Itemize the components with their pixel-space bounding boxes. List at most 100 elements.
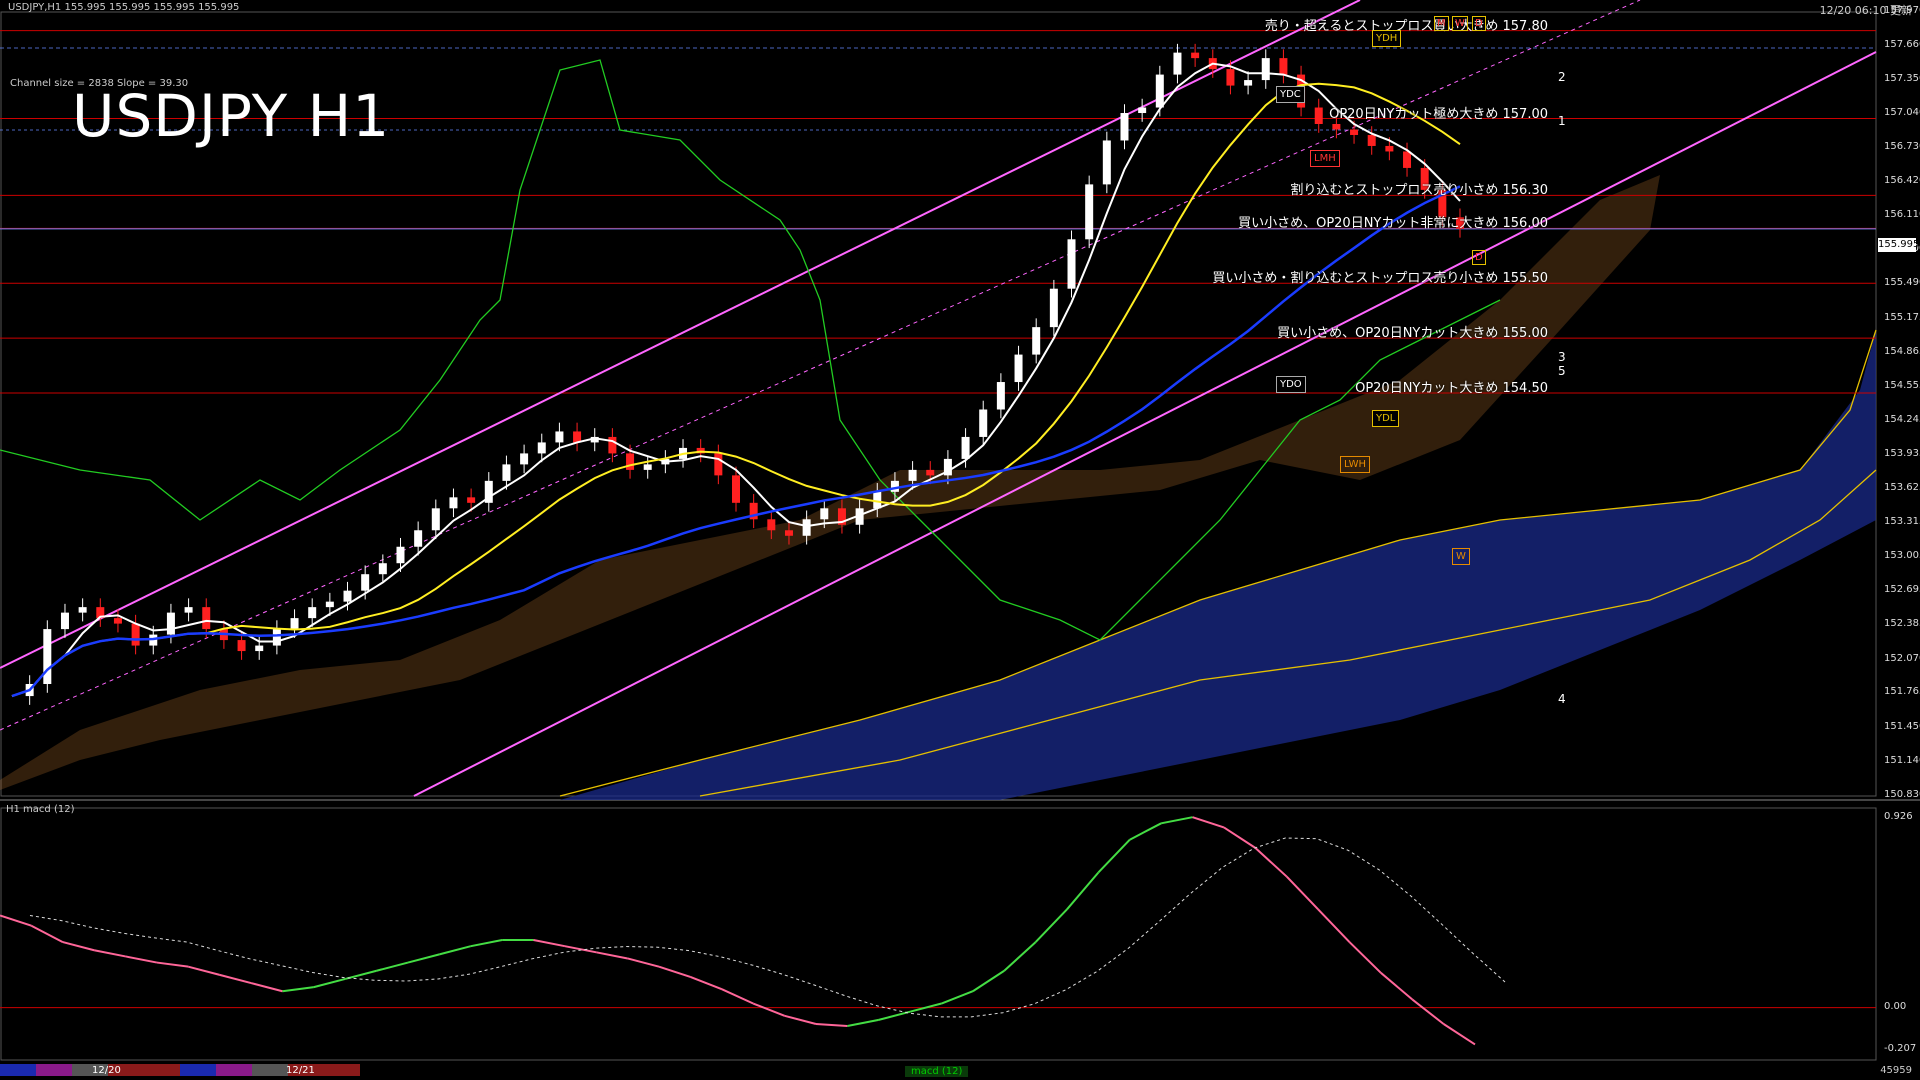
macd-segment	[0, 914, 32, 927]
price-tick: 151.450	[1884, 720, 1920, 732]
candle-body	[820, 508, 829, 520]
macd-segment	[1411, 998, 1445, 1025]
candle-body	[1014, 354, 1023, 383]
candle-body	[643, 464, 652, 470]
price-tick: 151.140	[1884, 754, 1920, 766]
candle-body	[1085, 184, 1094, 240]
candle-body	[131, 623, 140, 646]
candle-body	[414, 530, 423, 547]
price-tick: 152.070	[1884, 652, 1920, 664]
candle-body	[520, 453, 529, 465]
footer-strip-cell	[180, 1064, 216, 1076]
ydc-box: YDC	[1276, 86, 1305, 103]
macd-segment	[1129, 822, 1162, 841]
candle-body	[325, 601, 334, 608]
candle-body	[890, 480, 899, 492]
price-tick: 154.245	[1884, 414, 1920, 426]
macd-segment	[847, 1018, 879, 1028]
price-tick: 156.420	[1884, 175, 1920, 187]
macd-segment	[815, 1022, 848, 1028]
candle-body	[1314, 107, 1323, 124]
candle-body	[166, 612, 175, 635]
level-annotation-2: 割り込むとストップロス売り小さめ 156.30	[1290, 183, 1548, 199]
candle-body	[979, 409, 988, 437]
candle-body	[290, 618, 299, 630]
symbol-header: USDJPY,H1 155.995 155.995 155.995 155.99…	[8, 2, 240, 13]
candle-body	[43, 629, 52, 684]
candle-body	[1385, 145, 1394, 152]
candle-body	[202, 607, 211, 630]
macd-segment	[596, 951, 628, 960]
chart-canvas	[0, 0, 1920, 1076]
fibo-label-1: 1	[1558, 114, 1566, 128]
candle-body	[1155, 74, 1164, 108]
macd-segment	[250, 982, 283, 993]
macd-segment	[125, 955, 158, 964]
macd-segment	[1160, 816, 1193, 825]
candle-body	[78, 607, 87, 613]
macd-segment	[156, 961, 189, 968]
candle-body	[449, 497, 458, 509]
macd-segment	[1254, 847, 1288, 878]
candle-body	[502, 464, 511, 481]
candle-body	[1279, 58, 1288, 75]
macd-frame	[0, 807, 1877, 1061]
macd-segment	[1348, 941, 1382, 974]
macd-segment	[1192, 816, 1225, 829]
lwh-box: LWH	[1340, 456, 1371, 473]
macd-segment	[941, 990, 974, 1005]
ydo-box: YDO	[1276, 376, 1306, 393]
candle-body	[343, 590, 352, 602]
candle-body	[467, 497, 476, 503]
macd-segment	[1380, 972, 1413, 1001]
macd-signal	[29, 837, 1506, 1018]
price-tick: 157.350	[1884, 73, 1920, 85]
level-annotation-3: 買い小さめ、OP20日NYカット非常に大きめ 156.00	[1238, 216, 1548, 232]
macd-segment	[188, 965, 220, 976]
footer-strip-cell	[36, 1064, 72, 1076]
level-annotation-4: 買い小さめ・割り込むとストップロス売り小さめ 155.50	[1212, 271, 1548, 287]
price-tick: 156.110	[1884, 209, 1920, 221]
footer-strip-cell	[0, 1064, 36, 1076]
macd-segment	[30, 924, 64, 943]
footer-strip-cell	[324, 1064, 360, 1076]
macd-segment	[93, 949, 126, 958]
candle-body	[272, 629, 281, 646]
macd-segment	[62, 941, 95, 952]
price-tick: 150.830	[1884, 789, 1920, 800]
ydl-box: YDL	[1372, 410, 1400, 427]
price-tick: 153.005	[1884, 550, 1920, 562]
candle-body	[113, 618, 122, 624]
fibo-label-3: 3	[1558, 350, 1566, 364]
candle-body	[714, 453, 723, 476]
macd-segment	[407, 953, 440, 964]
candle-body	[1173, 52, 1182, 75]
price-tick: 156.730	[1884, 141, 1920, 153]
w-box: W	[1452, 548, 1470, 565]
candle-body	[1261, 58, 1270, 81]
macd-segment	[1285, 875, 1319, 911]
candle-body	[1067, 239, 1076, 289]
candle-body	[626, 453, 635, 470]
price-tick: 157.040	[1884, 107, 1920, 119]
candle-body	[802, 519, 811, 536]
macd-segment	[972, 969, 1005, 993]
level-annotation-6: OP20日NYカット大きめ 154.50	[1355, 381, 1548, 397]
candle-body	[537, 442, 546, 454]
candle-body	[608, 436, 617, 454]
candle-body	[996, 382, 1005, 410]
candle-body	[1138, 107, 1147, 114]
current-price-box: 155.995	[1878, 238, 1920, 252]
candle-body	[1226, 69, 1235, 86]
macd-tick: 0.926	[1884, 811, 1913, 822]
candle-body	[1191, 52, 1200, 59]
macd-segment	[1097, 839, 1131, 874]
macd-tag: macd (12)	[905, 1066, 969, 1077]
macd-segment	[470, 939, 503, 948]
d-marker: D	[1472, 16, 1486, 31]
fibo-label-2: 2	[1558, 70, 1566, 84]
candle-body	[60, 612, 69, 630]
macd-segment	[1066, 871, 1100, 910]
chart-big-title: USDJPY H1	[72, 82, 391, 150]
macd-segment	[219, 973, 252, 985]
